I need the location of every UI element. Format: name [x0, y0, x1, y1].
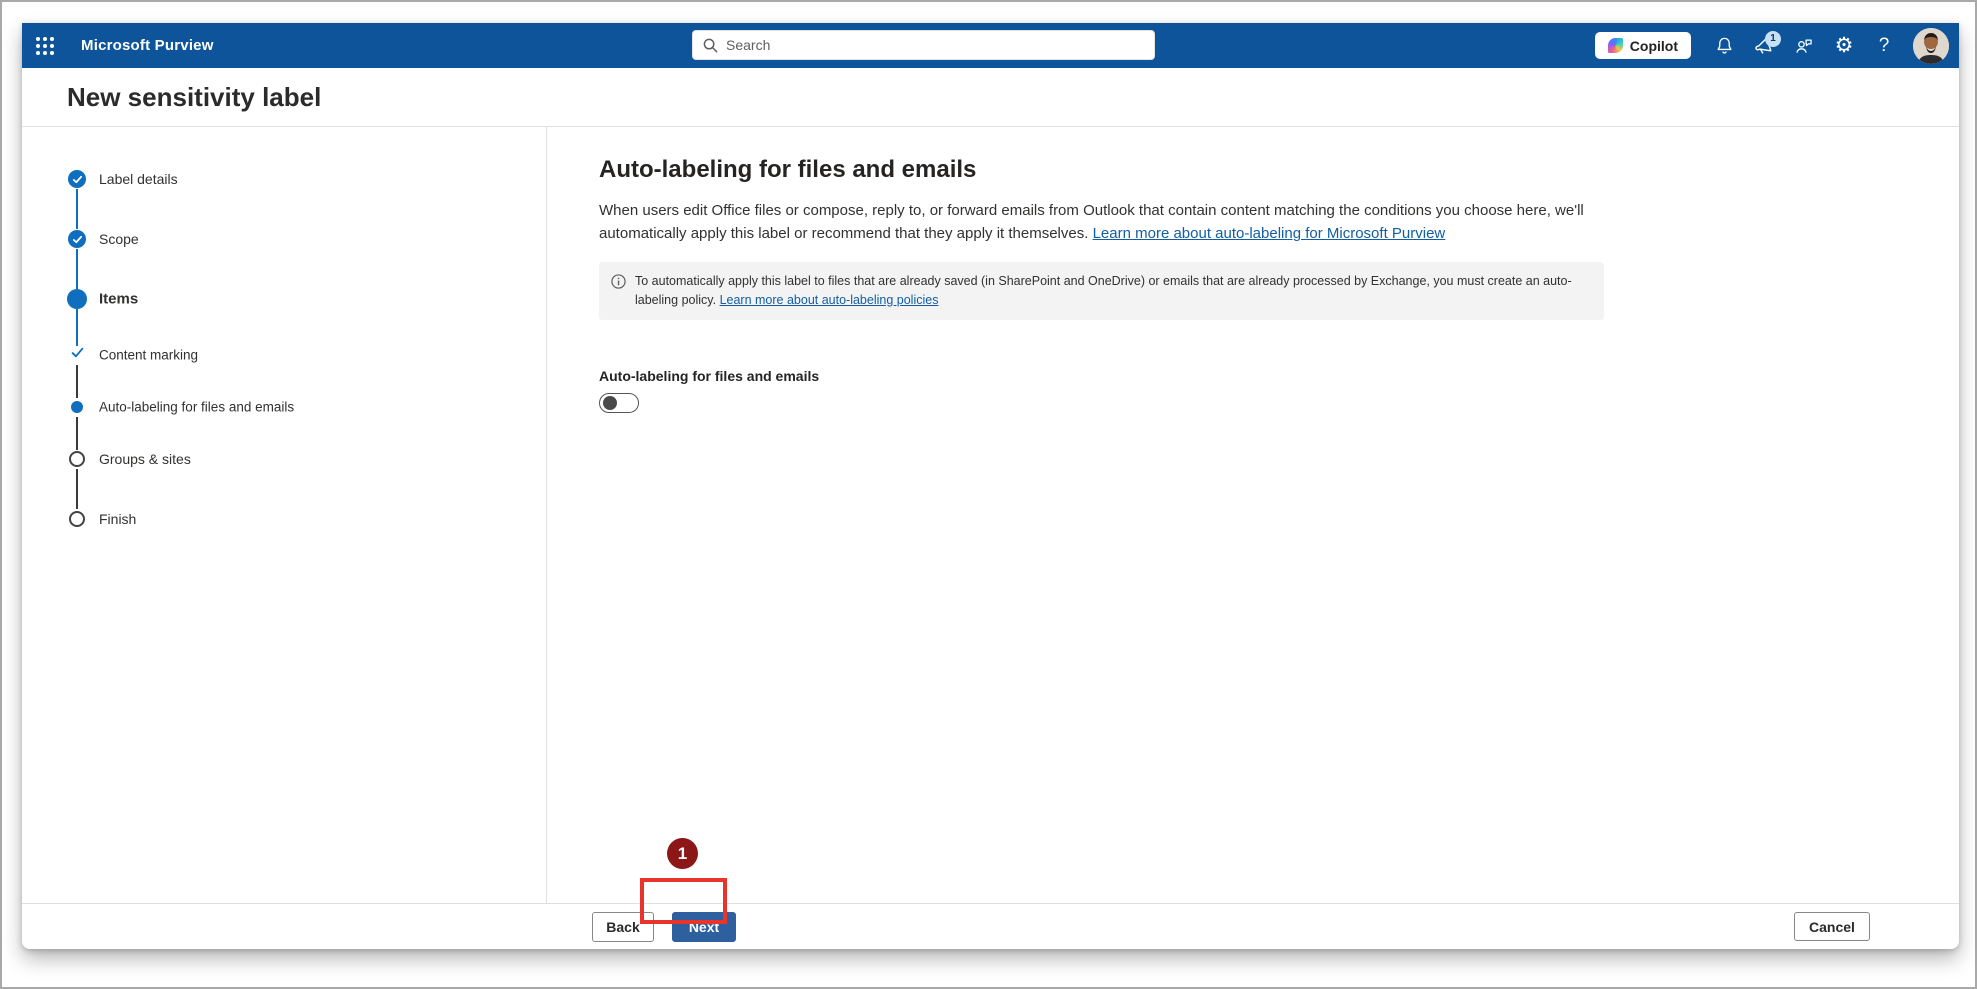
- step-completed-icon: [68, 230, 86, 248]
- step-upcoming-icon: [69, 511, 85, 527]
- content-area: Label details Scope Items Content markin…: [22, 127, 1959, 903]
- step-connector: [76, 309, 78, 346]
- feedback-button[interactable]: [1787, 29, 1821, 63]
- bell-icon: [1716, 37, 1732, 54]
- auto-labeling-toggle-section: Auto-labeling for files and emails: [599, 368, 1919, 414]
- wizard-substep-auto-labeling[interactable]: Auto-labeling for files and emails: [99, 400, 294, 415]
- learn-more-purview-link[interactable]: Learn more about auto-labeling for Micro…: [1093, 225, 1446, 242]
- main-heading: Auto-labeling for files and emails: [599, 156, 977, 183]
- notifications-button[interactable]: [1707, 29, 1741, 63]
- next-button[interactable]: Next: [672, 912, 736, 942]
- app-title: Microsoft Purview: [81, 37, 214, 54]
- step-upcoming-icon: [69, 451, 85, 467]
- step-connector: [76, 189, 78, 229]
- wizard-steps: Label details Scope Items Content markin…: [22, 127, 546, 903]
- search-box[interactable]: [692, 30, 1155, 60]
- purview-window: Microsoft Purview Copilot: [22, 23, 1959, 949]
- wizard-sidebar: Label details Scope Items Content markin…: [22, 127, 547, 903]
- info-icon: [611, 273, 626, 289]
- copilot-button[interactable]: Copilot: [1594, 32, 1691, 59]
- waffle-grid-icon: [35, 36, 54, 55]
- info-banner-body: To automatically apply this label to fil…: [635, 272, 1590, 311]
- avatar[interactable]: [1913, 27, 1949, 64]
- topbar-actions: Copilot 1 ⚙ ?: [1594, 23, 1949, 68]
- auto-labeling-toggle[interactable]: [599, 393, 639, 414]
- page-header: New sensitivity label: [22, 68, 1959, 127]
- toggle-knob: [603, 396, 617, 411]
- whats-new-button[interactable]: 1: [1747, 29, 1781, 63]
- page-title: New sensitivity label: [67, 81, 322, 112]
- notification-badge: 1: [1765, 30, 1781, 47]
- step-connector: [76, 365, 78, 398]
- help-button[interactable]: ?: [1867, 29, 1901, 63]
- step-completed-icon: [68, 170, 86, 188]
- step-current-icon: [67, 289, 87, 309]
- cancel-button[interactable]: Cancel: [1794, 912, 1870, 941]
- search-input[interactable]: [726, 37, 1144, 53]
- step-connector: [76, 469, 78, 509]
- app-launcher-icon[interactable]: [22, 23, 67, 68]
- check-icon: [72, 175, 82, 183]
- avatar-image: [1913, 27, 1949, 64]
- top-bar: Microsoft Purview Copilot: [22, 23, 1959, 68]
- step-connector: [76, 417, 78, 450]
- step-connector: [76, 249, 78, 289]
- info-banner: To automatically apply this label to fil…: [599, 261, 1604, 321]
- back-button[interactable]: Back: [592, 912, 654, 942]
- substep-current-icon: [71, 401, 83, 413]
- wizard-step-finish[interactable]: Finish: [99, 511, 136, 527]
- check-icon: [72, 235, 82, 243]
- wizard-step-scope[interactable]: Scope: [99, 231, 139, 247]
- check-icon: [71, 347, 84, 358]
- wizard-step-items[interactable]: Items: [99, 291, 138, 308]
- settings-button[interactable]: ⚙: [1827, 29, 1861, 63]
- toggle-label: Auto-labeling for files and emails: [599, 368, 820, 385]
- substep-check-icon: [71, 346, 84, 364]
- wizard-step-groups-sites[interactable]: Groups & sites: [99, 451, 191, 467]
- copilot-icon: [1607, 38, 1623, 53]
- wizard-step-label-details[interactable]: Label details: [99, 171, 178, 187]
- footer-bar: Back Next Cancel: [22, 903, 1959, 949]
- copilot-label: Copilot: [1629, 37, 1678, 54]
- person-feedback-icon: [1796, 39, 1812, 53]
- gear-icon: ⚙: [1834, 33, 1854, 57]
- question-mark-icon: ?: [1878, 34, 1890, 56]
- main-pane: Auto-labeling for files and emails When …: [547, 127, 1959, 903]
- main-description: When users edit Office files or compose,…: [599, 199, 1604, 246]
- wizard-substep-content-marking[interactable]: Content marking: [99, 348, 198, 363]
- learn-more-policies-link[interactable]: Learn more about auto-labeling policies: [720, 293, 939, 307]
- search-icon: [703, 38, 718, 53]
